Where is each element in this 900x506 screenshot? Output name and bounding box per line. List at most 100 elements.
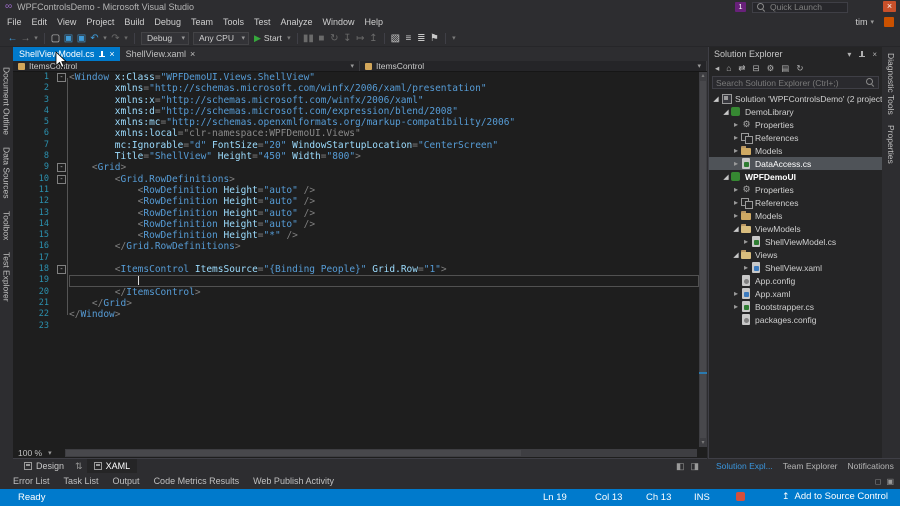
scroll-down-icon[interactable]: ▾	[699, 439, 707, 447]
close-icon[interactable]: ×	[109, 49, 114, 59]
design-tab[interactable]: Design	[17, 459, 71, 473]
menu-project[interactable]: Project	[81, 15, 119, 29]
refresh-icon[interactable]: ↻	[796, 63, 803, 74]
menu-test[interactable]: Test	[249, 15, 276, 29]
menu-debug[interactable]: Debug	[149, 15, 186, 29]
tree-expander-icon[interactable]: ▸	[742, 237, 750, 246]
uncomment-icon[interactable]: ≣	[415, 31, 428, 46]
code-line[interactable]: 5 xmlns:mc="http://schemas.openxmlformat…	[13, 117, 699, 128]
code-line[interactable]: 12 <RowDefinition Height="auto" />	[13, 196, 699, 207]
code-line[interactable]: 2 xmlns="http://schemas.microsoft.com/wi…	[13, 83, 699, 94]
status-insert-mode[interactable]: INS	[694, 492, 710, 503]
tree-item-wpfdemoui[interactable]: ◢ WPFDemoUI	[709, 170, 882, 183]
configuration-dropdown[interactable]: Debug ▾	[141, 31, 189, 45]
split-horizontal-icon[interactable]: ◧	[676, 461, 685, 472]
code-line[interactable]: 17	[13, 253, 699, 264]
tree-item-shellviewmodel-cs[interactable]: ▸ ShellViewModel.cs	[709, 235, 882, 248]
tree-item-models[interactable]: ▸ Models	[709, 209, 882, 222]
back-icon[interactable]: ◂	[715, 63, 719, 74]
code-line[interactable]: 9- <Grid>	[13, 162, 699, 173]
notifications-badge[interactable]: 1	[735, 2, 746, 12]
tree-item-models[interactable]: ▸ Models	[709, 144, 882, 157]
scroll-up-icon[interactable]: ▴	[699, 72, 707, 80]
home-icon[interactable]: ⌂	[726, 63, 731, 73]
side-tab-properties[interactable]: Properties	[886, 125, 896, 164]
menu-help[interactable]: Help	[360, 15, 389, 29]
tree-expander-icon[interactable]: ▸	[732, 185, 740, 194]
menu-edit[interactable]: Edit	[27, 15, 53, 29]
find-in-files-icon[interactable]: ▧	[389, 31, 402, 46]
tree-expander-icon[interactable]: ▸	[732, 146, 740, 155]
tree-item-packages-config[interactable]: packages.config	[709, 313, 882, 326]
chevron-down-icon[interactable]: ▾	[847, 50, 851, 59]
side-tab-toolbox[interactable]: Toolbox	[2, 211, 12, 240]
status-character-number[interactable]: Ch 13	[646, 492, 671, 503]
bookmark-icon[interactable]: ⚑	[428, 31, 441, 46]
code-line[interactable]: 23	[13, 321, 699, 332]
undo-dropdown-icon[interactable]: ▾	[101, 31, 109, 46]
restart-icon[interactable]: ↻	[328, 31, 341, 46]
user-menu[interactable]: tim ▾	[855, 17, 874, 27]
tree-expander-icon[interactable]: ◢	[712, 95, 720, 103]
undo-icon[interactable]: ↶	[88, 31, 101, 46]
tree-item-demolibrary[interactable]: ◢ DemoLibrary	[709, 105, 882, 118]
split-vertical-icon[interactable]: ◨	[690, 461, 699, 472]
side-tab-diagnostic-tools[interactable]: Diagnostic Tools	[886, 53, 896, 115]
properties-icon[interactable]: ⚙	[767, 63, 775, 74]
code-line[interactable]: 14 <RowDefinition Height="auto" />	[13, 219, 699, 230]
sync-active-document-icon[interactable]: ⇄	[738, 63, 745, 74]
tree-item-solution-wpfcontrolsdemo-2-projects[interactable]: ◢ Solution 'WPFControlsDemo' (2 projects)	[709, 92, 882, 105]
window-close-button[interactable]: ×	[883, 1, 896, 12]
menu-window[interactable]: Window	[318, 15, 360, 29]
tree-item-viewmodels[interactable]: ◢ ViewModels	[709, 222, 882, 235]
step-into-icon[interactable]: ↧	[341, 31, 354, 46]
pin-icon[interactable]	[858, 50, 866, 59]
redo-dropdown-icon[interactable]: ▾	[122, 31, 130, 46]
forward-icon[interactable]: →	[19, 31, 32, 46]
scrollbar-thumb[interactable]	[700, 81, 706, 438]
tool-tab-team-explorer[interactable]: Team Explorer	[779, 461, 842, 471]
tree-item-references[interactable]: ▸ References	[709, 196, 882, 209]
menu-team[interactable]: Team	[186, 15, 218, 29]
redo-icon[interactable]: ↷	[109, 31, 122, 46]
collapse-region-button[interactable]: -	[57, 73, 66, 82]
panel-header[interactable]: Solution Explorer ▾ ×	[709, 47, 882, 61]
tree-expander-icon[interactable]: ▸	[732, 120, 740, 129]
solution-explorer-search-input[interactable]: Search Solution Explorer (Ctrl+;)	[712, 76, 879, 89]
collapse-region-button[interactable]: -	[57, 265, 66, 275]
tool-tab-notifications[interactable]: Notifications	[844, 461, 898, 471]
code-editor[interactable]: 1- <Window x:Class="WPFDemoUI.Views.Shell…	[13, 72, 707, 447]
code-line[interactable]: 19	[13, 275, 699, 286]
code-line[interactable]: 22 </Window>	[13, 309, 699, 320]
stop-icon[interactable]: ■	[315, 31, 328, 46]
save-all-icon[interactable]: ▣	[75, 31, 88, 46]
code-line[interactable]: 4 xmlns:d="http://schemas.microsoft.com/…	[13, 106, 699, 117]
panel-tab-web-publish-activity[interactable]: Web Publish Activity	[246, 476, 341, 486]
collapse-region-button[interactable]: -	[57, 174, 66, 184]
panel-tab-error-list[interactable]: Error List	[6, 476, 57, 486]
xaml-tab[interactable]: XAML	[86, 459, 138, 473]
panel-tab-task-list[interactable]: Task List	[57, 476, 106, 486]
tree-item-app-xaml[interactable]: ▸ App.xaml	[709, 287, 882, 300]
toolbar-options-icon[interactable]: ▾	[450, 31, 458, 46]
tree-expander-icon[interactable]: ◢	[732, 251, 740, 259]
menu-tools[interactable]: Tools	[218, 15, 249, 29]
platform-dropdown[interactable]: Any CPU ▾	[193, 31, 249, 45]
tree-expander-icon[interactable]: ▸	[732, 198, 740, 207]
step-over-icon[interactable]: ↦	[354, 31, 367, 46]
code-line[interactable]: 3 xmlns:x="http://schemas.microsoft.com/…	[13, 95, 699, 106]
tree-expander-icon[interactable]: ▸	[732, 159, 740, 168]
tree-item-bootstrapper-cs[interactable]: ▸ Bootstrapper.cs	[709, 300, 882, 313]
layout-icon[interactable]: ▣	[886, 477, 894, 486]
code-line[interactable]: 1- <Window x:Class="WPFDemoUI.Views.Shell…	[13, 72, 699, 83]
code-line[interactable]: 21 </Grid>	[13, 298, 699, 309]
nav-history-dropdown-icon[interactable]: ▾	[32, 31, 40, 46]
side-tab-document-outline[interactable]: Document Outline	[2, 67, 12, 135]
breadcrumb-member-dropdown[interactable]: ItemsControl ▾	[360, 61, 707, 71]
tree-item-views[interactable]: ◢ Views	[709, 248, 882, 261]
pin-icon[interactable]	[98, 50, 106, 59]
close-icon[interactable]: ×	[872, 50, 877, 59]
code-line[interactable]: 11 <RowDefinition Height="auto" />	[13, 185, 699, 196]
menu-file[interactable]: File	[2, 15, 27, 29]
tree-item-properties[interactable]: ▸ ⚙ Properties	[709, 183, 882, 196]
